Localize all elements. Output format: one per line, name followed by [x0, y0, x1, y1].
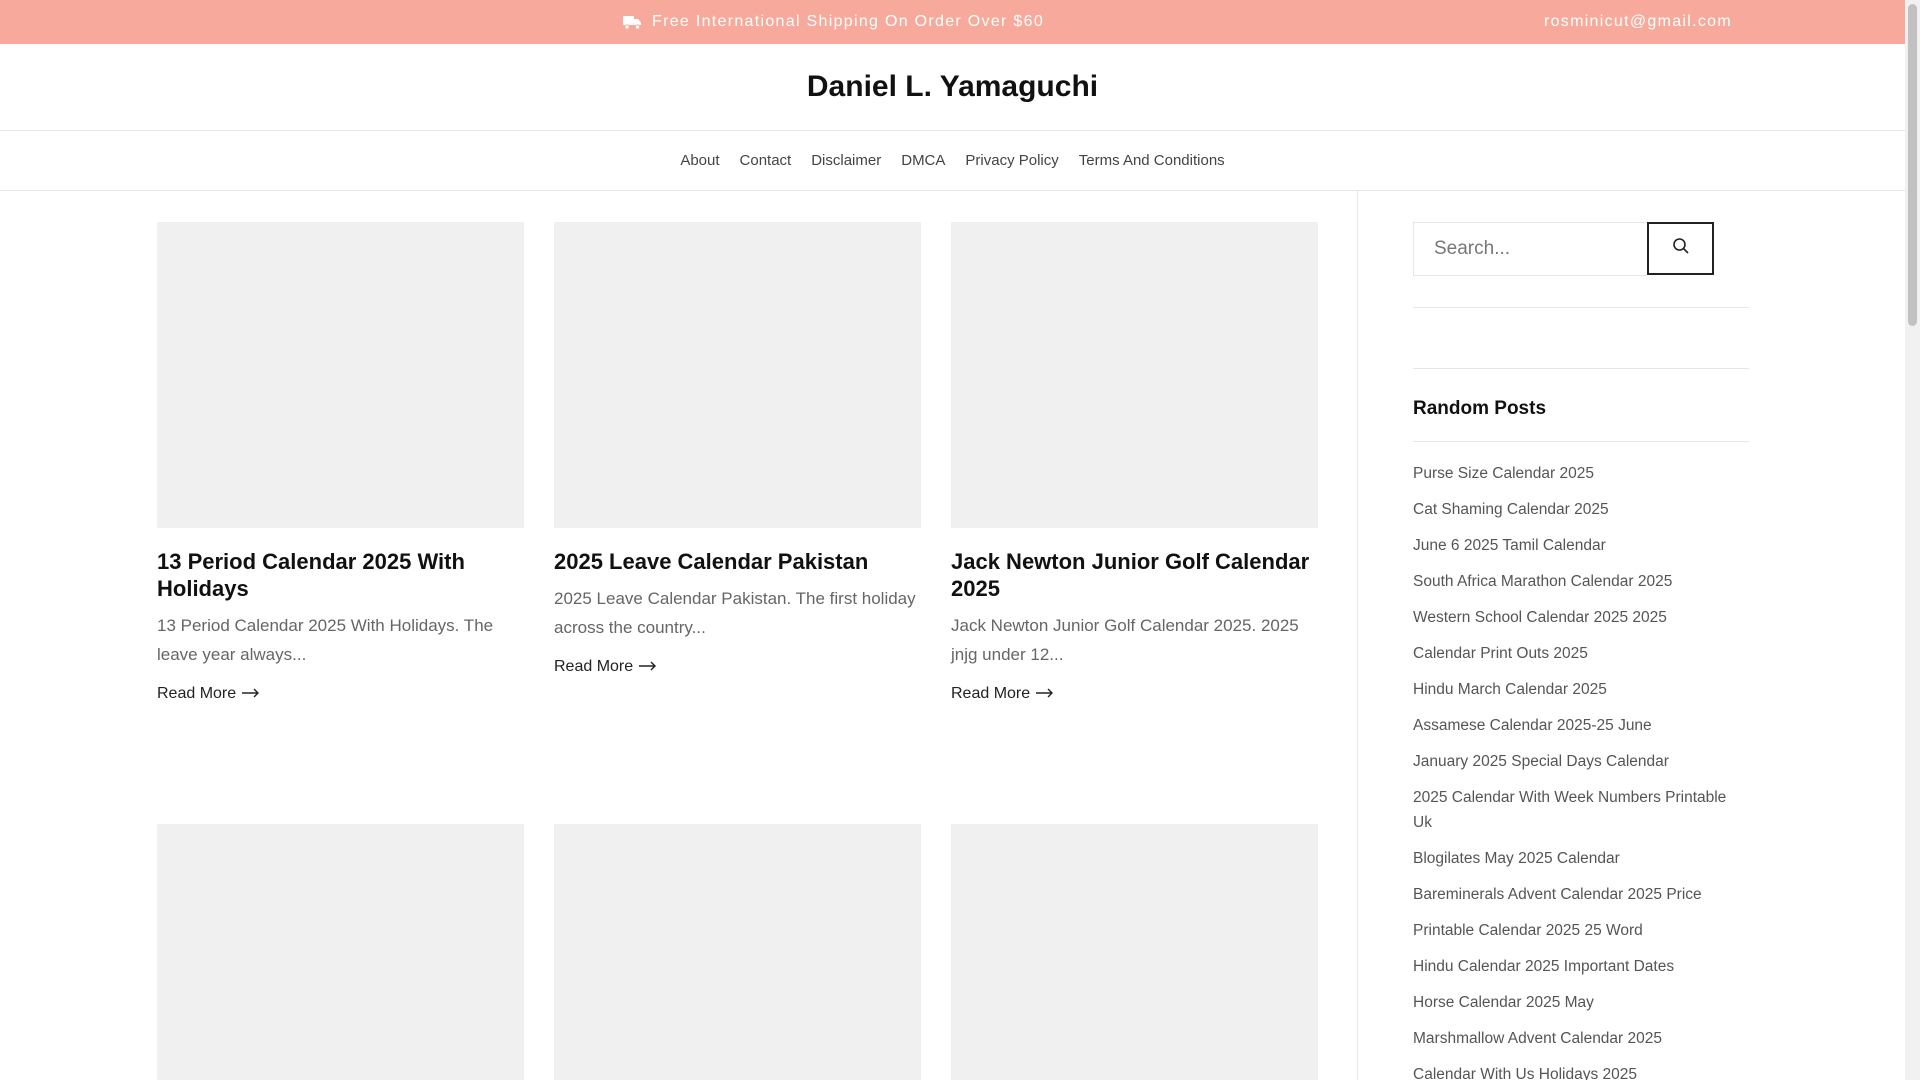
post-thumbnail[interactable] — [951, 222, 1318, 528]
scrollbar-thumb[interactable] — [1908, 4, 1917, 326]
list-item[interactable]: Bareminerals Advent Calendar 2025 Price — [1413, 883, 1748, 908]
contact-email[interactable]: rosminicut@gmail.com — [1544, 0, 1732, 44]
nav-item-privacy-policy[interactable]: Privacy Policy — [965, 152, 1058, 169]
post-thumbnail[interactable] — [554, 824, 921, 1080]
list-item[interactable]: Printable Calendar 2025 25 Word — [1413, 919, 1748, 944]
sidebar-divider — [1357, 191, 1358, 1080]
shipping-notice: Free International Shipping On Order Ove… — [623, 0, 1044, 44]
search-form — [1413, 222, 1714, 276]
post-thumbnail[interactable] — [157, 222, 524, 528]
post-excerpt: 2025 Leave Calendar Pakistan. The first … — [554, 589, 916, 637]
list-item[interactable]: Cat Shaming Calendar 2025 — [1413, 498, 1748, 523]
random-posts-list: Purse Size Calendar 2025 Cat Shaming Cal… — [1413, 462, 1748, 1080]
divider — [1413, 307, 1749, 308]
post-title[interactable]: 13 Period Calendar 2025 With Holidays — [157, 548, 524, 602]
nav-item-terms[interactable]: Terms And Conditions — [1079, 152, 1225, 169]
search-button[interactable] — [1647, 222, 1714, 275]
arrow-right-icon — [639, 658, 657, 676]
read-more-label: Read More — [554, 658, 634, 675]
list-item[interactable]: Blogilates May 2025 Calendar — [1413, 847, 1748, 872]
list-item[interactable]: Marshmallow Advent Calendar 2025 — [1413, 1027, 1748, 1052]
arrow-right-icon — [242, 685, 260, 703]
post-title[interactable]: Jack Newton Junior Golf Calendar 2025 — [951, 548, 1318, 602]
divider — [1413, 441, 1749, 442]
list-item[interactable]: Horse Calendar 2025 May — [1413, 991, 1748, 1016]
read-more-link[interactable]: Read More — [951, 685, 1054, 703]
list-item[interactable]: Hindu Calendar 2025 Important Dates — [1413, 955, 1748, 980]
page: Free International Shipping On Order Ove… — [0, 0, 1905, 1080]
search-input[interactable] — [1413, 222, 1647, 276]
list-item[interactable]: June 6 2025 Tamil Calendar — [1413, 534, 1748, 559]
list-item[interactable]: Western School Calendar 2025 2025 — [1413, 606, 1748, 631]
read-more-link[interactable]: Read More — [554, 658, 657, 676]
list-item[interactable]: January 2025 Special Days Calendar — [1413, 750, 1748, 775]
nav-item-about[interactable]: About — [680, 152, 719, 169]
arrow-right-icon — [1036, 685, 1054, 703]
nav-item-dmca[interactable]: DMCA — [901, 152, 945, 169]
post-card: 2025 Leave Calendar Pakistan 2025 Leave … — [554, 222, 921, 676]
divider — [1413, 368, 1749, 369]
random-posts-title: Random Posts — [1413, 398, 1547, 419]
post-thumbnail[interactable] — [951, 824, 1318, 1080]
list-item[interactable]: Calendar With Us Holidays 2025 — [1413, 1063, 1748, 1080]
post-card: Jack Newton Junior Golf Calendar 2025 Ja… — [951, 222, 1318, 703]
list-item[interactable]: 2025 Calendar With Week Numbers Printabl… — [1413, 786, 1748, 835]
post-thumbnail[interactable] — [157, 824, 524, 1080]
post-excerpt: 13 Period Calendar 2025 With Holidays. T… — [157, 616, 494, 664]
post-card: 13 Period Calendar 2025 With Holidays 13… — [157, 222, 524, 703]
read-more-label: Read More — [157, 685, 237, 702]
search-icon — [1672, 237, 1690, 260]
post-thumbnail[interactable] — [554, 222, 921, 528]
main-nav: About Contact Disclaimer DMCA Privacy Po… — [0, 131, 1905, 191]
read-more-label: Read More — [951, 685, 1031, 702]
shipping-text: Free International Shipping On Order Ove… — [652, 13, 1045, 30]
truck-icon — [623, 15, 642, 30]
post-title[interactable]: 2025 Leave Calendar Pakistan — [554, 548, 921, 575]
list-item[interactable]: Assamese Calendar 2025-25 June — [1413, 714, 1748, 739]
read-more-link[interactable]: Read More — [157, 685, 260, 703]
site-title[interactable]: Daniel L. Yamaguchi — [807, 70, 1098, 104]
list-item[interactable]: Calendar Print Outs 2025 — [1413, 642, 1748, 667]
list-item[interactable]: Purse Size Calendar 2025 — [1413, 462, 1748, 487]
post-excerpt: Jack Newton Junior Golf Calendar 2025. 2… — [951, 616, 1299, 664]
page-scrollbar[interactable] — [1905, 0, 1920, 1080]
site-header: Daniel L. Yamaguchi — [0, 44, 1905, 131]
nav-item-disclaimer[interactable]: Disclaimer — [811, 152, 881, 169]
list-item[interactable]: Hindu March Calendar 2025 — [1413, 678, 1748, 703]
announcement-bar: Free International Shipping On Order Ove… — [0, 0, 1905, 44]
list-item[interactable]: South Africa Marathon Calendar 2025 — [1413, 570, 1748, 595]
nav-item-contact[interactable]: Contact — [740, 152, 792, 169]
